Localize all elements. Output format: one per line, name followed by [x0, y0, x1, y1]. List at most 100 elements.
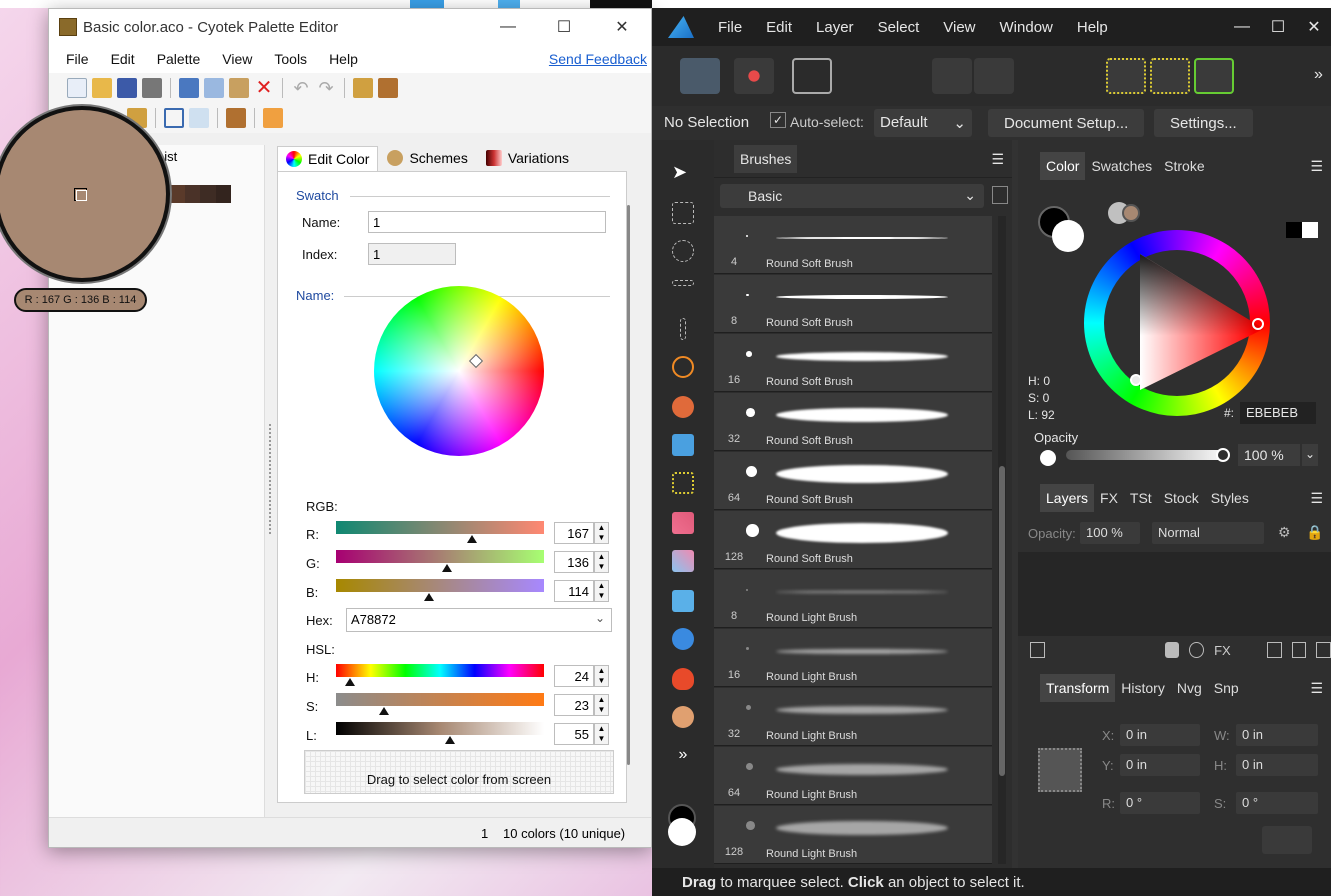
saturation-slider[interactable] — [336, 693, 544, 706]
trash-icon[interactable] — [1316, 642, 1331, 658]
blue-value-field[interactable]: 114 — [554, 580, 594, 602]
menu-help[interactable]: Help — [1077, 19, 1108, 36]
burn-icon[interactable] — [672, 668, 694, 690]
opacity-field[interactable]: 100 % — [1238, 444, 1300, 466]
mask-icon[interactable] — [1164, 642, 1180, 658]
paint-brush-icon[interactable] — [672, 512, 694, 534]
panel-menu-icon[interactable]: ☰ — [991, 151, 1004, 168]
blue-slider-thumb[interactable] — [423, 593, 434, 601]
tab-fx[interactable]: FX — [1094, 484, 1124, 512]
fill-color-well[interactable] — [1052, 220, 1084, 252]
blend-mode-dropdown[interactable]: Normal — [1152, 522, 1264, 544]
tab-color[interactable]: Color — [1040, 152, 1086, 180]
palette-image-icon[interactable] — [378, 78, 398, 98]
menu-help[interactable]: Help — [318, 51, 369, 67]
chevron-down-icon[interactable]: ⌄ — [1302, 444, 1318, 466]
scrollbar[interactable] — [627, 205, 630, 765]
saturation-marker[interactable] — [1130, 374, 1142, 386]
auto-select-dropdown[interactable]: Default ⌄ — [874, 109, 972, 137]
settings-button[interactable]: Settings... — [1154, 109, 1253, 137]
brush-row[interactable]: 16 Round Soft Brush — [714, 334, 992, 392]
black-white-icon[interactable] — [1286, 222, 1318, 238]
w-field[interactable]: 0 in — [1236, 724, 1318, 746]
tab-snp[interactable]: Snp — [1208, 674, 1245, 702]
menu-view[interactable]: View — [943, 19, 975, 36]
opacity-slider-thumb[interactable] — [1216, 448, 1230, 462]
red-slider-thumb[interactable] — [467, 535, 478, 543]
green-value-field[interactable]: 136 — [554, 551, 594, 573]
row-marquee-icon[interactable] — [672, 280, 694, 286]
hue-slider[interactable] — [336, 664, 544, 677]
eraser-icon[interactable] — [672, 550, 694, 572]
lightness-slider[interactable] — [336, 722, 544, 735]
hue-marker[interactable] — [1252, 318, 1264, 330]
brush-row[interactable]: 128 Round Light Brush — [714, 806, 992, 864]
brush-row[interactable]: 64 Round Soft Brush — [714, 452, 992, 510]
send-feedback-link[interactable]: Send Feedback — [549, 51, 647, 67]
menu-layer[interactable]: Layer — [816, 19, 854, 36]
fx-icon[interactable]: FX — [1214, 643, 1231, 658]
brush-row[interactable]: 32 Round Soft Brush — [714, 393, 992, 451]
pixel-persona-icon[interactable] — [734, 58, 774, 94]
red-spinner[interactable]: ▲ ▼ — [594, 522, 609, 544]
y-field[interactable]: 0 in — [1120, 754, 1200, 776]
menu-file[interactable]: File — [55, 51, 100, 67]
picked-color-swatch[interactable] — [1122, 204, 1140, 222]
snap-bounds-icon[interactable] — [1150, 58, 1190, 94]
hue-value-field[interactable]: 24 — [554, 665, 594, 687]
menu-file[interactable]: File — [718, 19, 742, 36]
saturation-value-field[interactable]: 23 — [554, 694, 594, 716]
brush-row[interactable]: 8 Round Soft Brush — [714, 275, 992, 333]
swatch[interactable] — [184, 185, 200, 203]
blue-spinner[interactable]: ▲ ▼ — [594, 580, 609, 602]
minimize-button[interactable]: — — [485, 9, 531, 45]
tab-history[interactable]: History — [1115, 674, 1171, 702]
brush-list-view-icon[interactable] — [992, 186, 1008, 204]
green-spinner[interactable]: ▲ ▼ — [594, 551, 609, 573]
menu-window[interactable]: Window — [1000, 19, 1053, 36]
undo-icon[interactable]: ↶ — [291, 78, 311, 98]
save-icon[interactable] — [117, 78, 137, 98]
lock-icon[interactable]: 🔒 — [1306, 524, 1323, 541]
red-value-field[interactable]: 167 — [554, 522, 594, 544]
layer-options-icon[interactable] — [1030, 642, 1045, 658]
green-slider[interactable] — [336, 550, 544, 563]
brush-scrollbar[interactable] — [998, 216, 1006, 864]
blue-slider[interactable] — [336, 579, 544, 592]
brush-category-dropdown[interactable]: Basic ⌄ — [720, 184, 984, 208]
designer-persona-icon[interactable] — [680, 58, 720, 94]
lightness-slider-thumb[interactable] — [445, 736, 456, 744]
rect-marquee-icon[interactable] — [672, 202, 694, 224]
add-layer-icon[interactable] — [1266, 642, 1282, 658]
print-icon[interactable] — [142, 78, 162, 98]
tab-stock[interactable]: Stock — [1158, 484, 1205, 512]
tab-brushes[interactable]: Brushes — [734, 144, 798, 173]
tab-variations[interactable]: Variations — [477, 145, 578, 171]
brush-row[interactable]: 128 Round Soft Brush — [714, 511, 992, 569]
transform-origin-button[interactable] — [1262, 826, 1312, 854]
tab-tst[interactable]: TSt — [1124, 484, 1158, 512]
magic-wand-icon[interactable] — [672, 434, 694, 456]
tab-schemes[interactable]: Schemes — [378, 145, 476, 171]
color-wheel[interactable] — [374, 286, 544, 456]
arrange-icon[interactable] — [353, 78, 373, 98]
maximize-button[interactable]: ☐ — [541, 9, 587, 45]
brush-row[interactable]: 64 Round Light Brush — [714, 747, 992, 805]
red-slider[interactable] — [336, 521, 544, 534]
tab-stroke[interactable]: Stroke — [1158, 152, 1210, 180]
lightness-value-field[interactable]: 55 — [554, 723, 594, 745]
maximize-button[interactable]: ☐ — [1260, 8, 1296, 46]
brush-row[interactable]: 8 Round Light Brush — [714, 570, 992, 628]
copy-icon[interactable] — [204, 78, 224, 98]
hue-slider-thumb[interactable] — [344, 678, 355, 686]
layers-opacity-field[interactable]: 100 % — [1080, 522, 1140, 544]
panel-menu-icon[interactable]: ☰ — [1310, 158, 1323, 175]
opacity-slider[interactable] — [1066, 450, 1228, 460]
column-marquee-icon[interactable] — [680, 318, 686, 340]
select-frame-icon[interactable] — [164, 108, 184, 128]
freehand-selection-icon[interactable] — [672, 356, 694, 378]
primary-color-icon[interactable] — [668, 818, 696, 846]
close-button[interactable]: ✕ — [1296, 8, 1331, 46]
saturation-spinner[interactable]: ▲ ▼ — [594, 694, 609, 716]
document-setup-button[interactable]: Document Setup... — [988, 109, 1145, 137]
